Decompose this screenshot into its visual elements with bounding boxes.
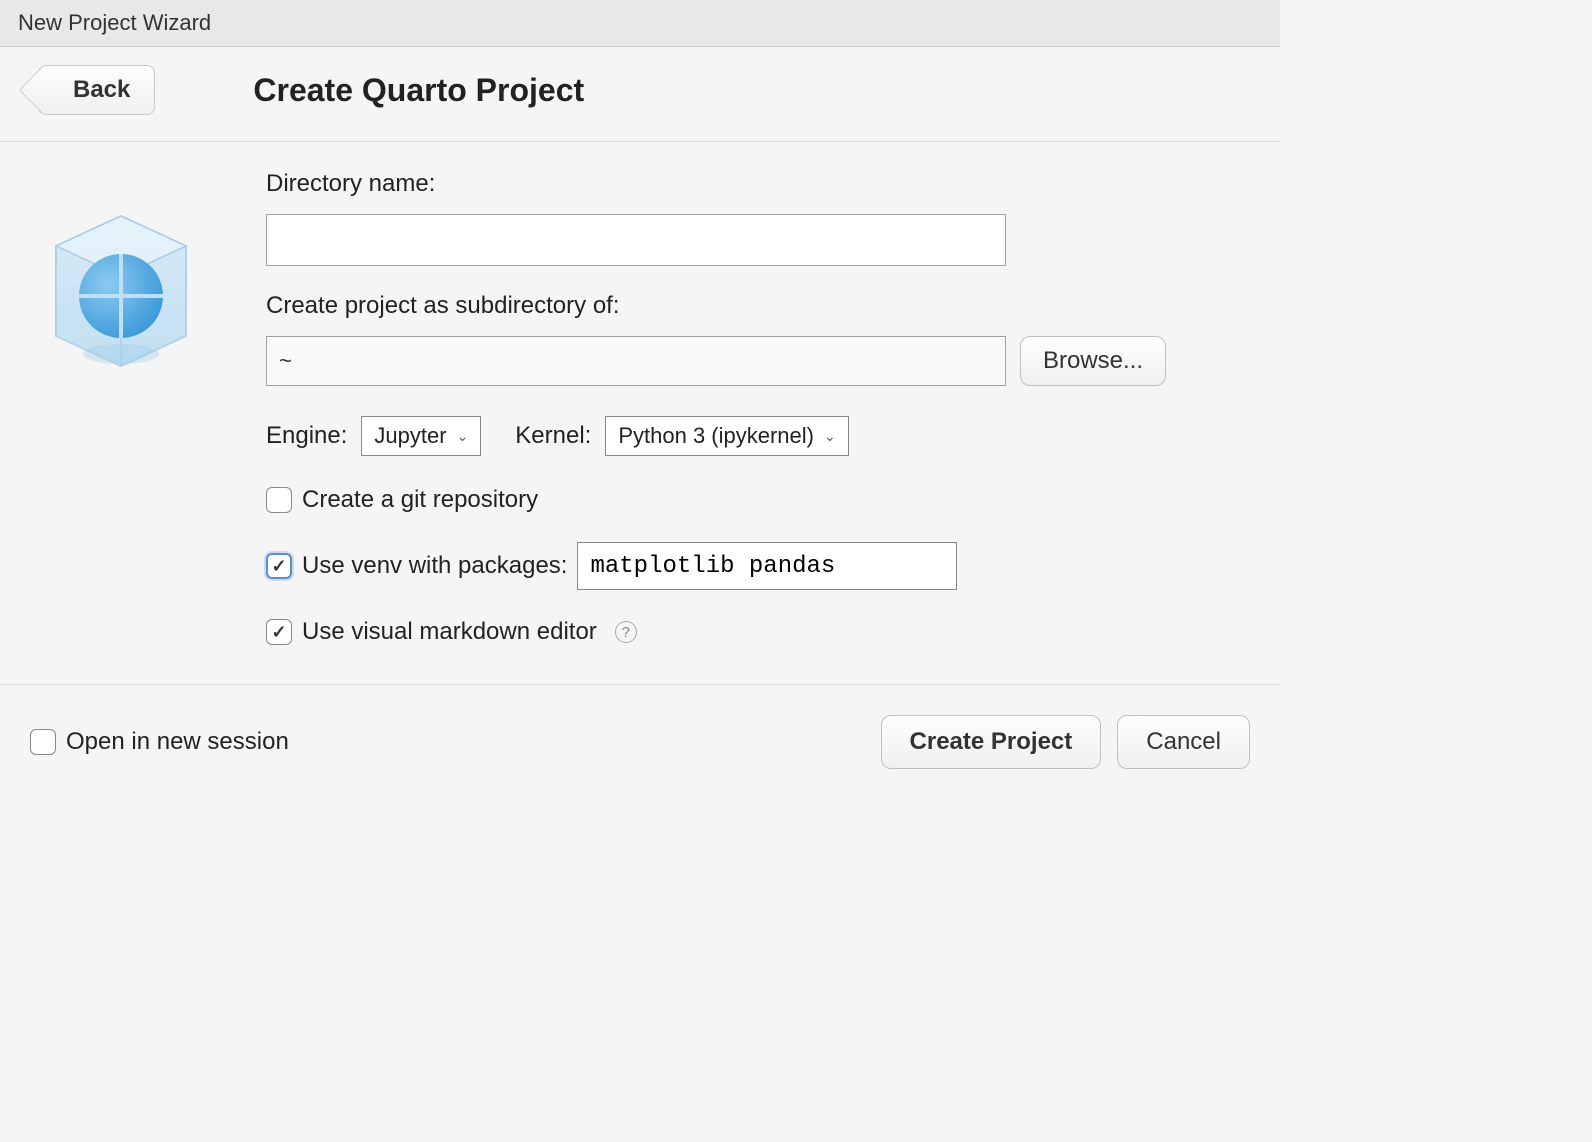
venv-packages-input[interactable] — [577, 542, 957, 590]
main-content: Directory name: Create project as subdir… — [0, 142, 1280, 684]
help-icon[interactable]: ? — [615, 621, 637, 643]
page-title: Create Quarto Project — [253, 72, 584, 109]
directory-name-label: Directory name: — [266, 170, 1250, 198]
kernel-value: Python 3 (ipykernel) — [618, 423, 814, 449]
git-repo-checkbox[interactable] — [266, 487, 292, 513]
window-title: New Project Wizard — [0, 0, 1280, 47]
git-repo-row: Create a git repository — [266, 486, 1250, 514]
venv-row: Use venv with packages: — [266, 542, 1250, 590]
visual-editor-label: Use visual markdown editor — [302, 618, 597, 646]
form-column: Directory name: Create project as subdir… — [266, 170, 1250, 664]
browse-button[interactable]: Browse... — [1020, 336, 1166, 386]
footer: Open in new session Create Project Cance… — [0, 684, 1280, 789]
engine-select[interactable]: Jupyter ⌄ — [361, 416, 481, 456]
footer-left: Open in new session — [30, 728, 289, 756]
subdir-label: Create project as subdirectory of: — [266, 292, 1250, 320]
venv-checkbox[interactable] — [266, 553, 292, 579]
venv-label: Use venv with packages: — [302, 552, 567, 580]
back-button-label: Back — [73, 76, 130, 103]
engine-value: Jupyter — [374, 423, 446, 449]
cancel-button[interactable]: Cancel — [1117, 715, 1250, 769]
quarto-project-icon — [36, 206, 206, 386]
open-session-label: Open in new session — [66, 728, 289, 756]
visual-editor-row: Use visual markdown editor ? — [266, 618, 1250, 646]
directory-name-input[interactable] — [266, 214, 1006, 266]
git-repo-label: Create a git repository — [302, 486, 538, 514]
chevron-down-icon: ⌄ — [824, 428, 836, 445]
open-session-checkbox[interactable] — [30, 729, 56, 755]
create-project-button[interactable]: Create Project — [881, 715, 1102, 769]
kernel-select[interactable]: Python 3 (ipykernel) ⌄ — [605, 416, 848, 456]
engine-kernel-row: Engine: Jupyter ⌄ Kernel: Python 3 (ipyk… — [266, 416, 1250, 456]
header-row: Back Create Quarto Project — [0, 47, 1280, 142]
chevron-down-icon: ⌄ — [457, 428, 469, 445]
subdir-row: Browse... — [266, 336, 1250, 386]
visual-editor-checkbox[interactable] — [266, 619, 292, 645]
icon-column — [36, 170, 206, 664]
kernel-label: Kernel: — [515, 422, 591, 450]
engine-label: Engine: — [266, 422, 347, 450]
footer-right: Create Project Cancel — [881, 715, 1250, 769]
back-button[interactable]: Back — [38, 65, 155, 115]
subdir-input[interactable] — [266, 336, 1006, 386]
